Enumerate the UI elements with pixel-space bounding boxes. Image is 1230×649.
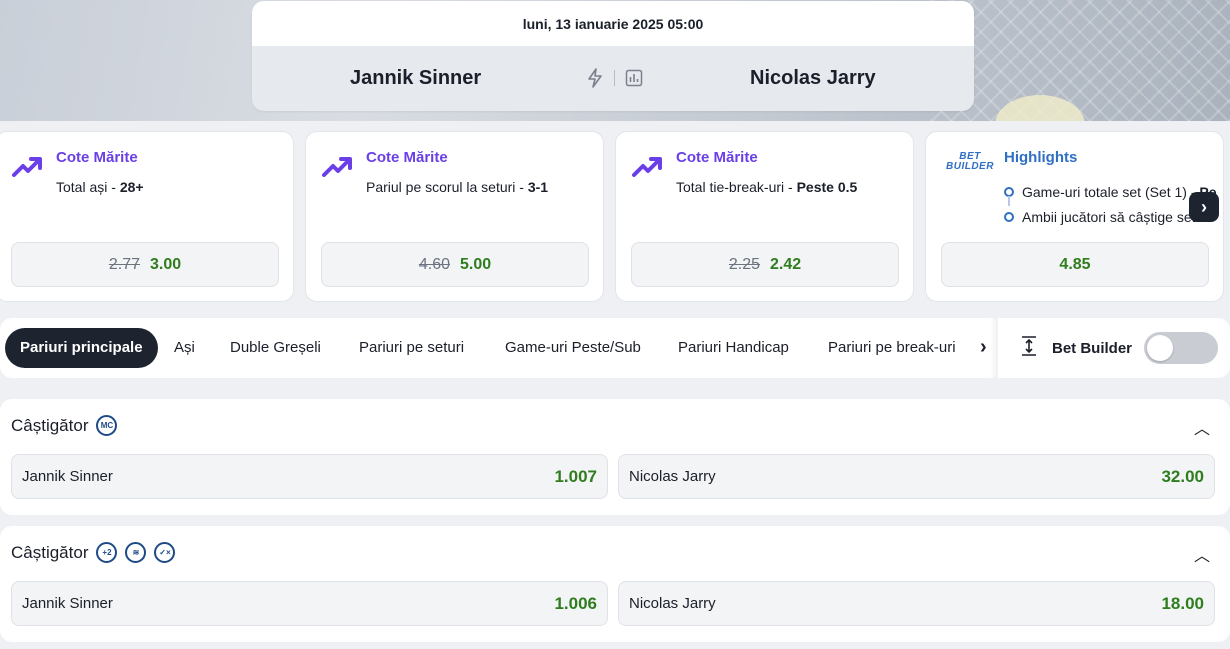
bullet-icon: [1004, 211, 1014, 222]
tab-duble-greseli[interactable]: Duble Greșeli: [230, 328, 321, 368]
highlight-text: Ambii jucători să câștige set: [1022, 208, 1196, 225]
match-header-card: luni, 13 ianuarie 2025 05:00 Jannik Sinn…: [252, 1, 974, 111]
home-player-name: Jannik Sinner: [350, 67, 482, 89]
promo-card[interactable]: Cote Mărite Pariul pe scorul la seturi -…: [305, 131, 604, 302]
match-icons: [586, 68, 643, 88]
tab-pariuri-principale[interactable]: Pariuri principale: [5, 328, 158, 368]
tab-game-uri-peste-sub[interactable]: Game-uri Peste/Sub: [505, 328, 641, 368]
promo-title: Cote Mărite: [366, 149, 448, 166]
list-item: Game-uri totale set (Set 1) - Pe: [1004, 179, 1217, 206]
plus-two-badge-icon: +2: [96, 542, 118, 563]
selection-odd: 32.00: [1161, 466, 1204, 486]
promo-description: Pariul pe scorul la seturi - 3-1: [366, 179, 549, 195]
bet-builder-switch[interactable]: [1144, 332, 1219, 364]
bet-builder-label: Bet Builder: [1052, 339, 1133, 357]
tab-pariuri-handicap[interactable]: Pariuri Handicap: [678, 328, 789, 368]
expand-vertical-icon: [1018, 335, 1040, 362]
bet-builder-toggle-group: Bet Builder: [1018, 328, 1219, 368]
promo-description: Total tie-break-uri - Peste 0.5: [676, 179, 858, 195]
promo-title: Cote Mărite: [676, 149, 758, 166]
promo-title: Cote Mărite: [56, 149, 138, 166]
market-card: Câștigător MC ︿ Jannik Sinner 1.007 Nico…: [0, 399, 1230, 515]
icon-separator: [614, 70, 615, 86]
trend-up-icon: [11, 154, 43, 183]
promo-description: Total ași - 28+: [56, 179, 144, 195]
selection-odd: 1.007: [554, 466, 597, 486]
highlights-odds-button[interactable]: 4.85: [941, 242, 1209, 287]
selection-button[interactable]: Nicolas Jarry 32.00: [618, 454, 1215, 499]
highlight-odd: 4.85: [1059, 255, 1091, 273]
switch-knob: [1147, 335, 1174, 361]
list-item: Ambii jucători să câștige set: [1004, 204, 1217, 229]
waves-badge-icon: ≋: [125, 542, 147, 563]
promo-card[interactable]: Cote Mărite Total tie-break-uri - Peste …: [615, 131, 914, 302]
tab-pariuri-pe-seturi[interactable]: Pariuri pe seturi: [359, 328, 464, 368]
teams-row: Jannik Sinner Nicolas Jarry: [252, 46, 974, 111]
lightning-icon[interactable]: [586, 68, 604, 88]
selection-name: Nicolas Jarry: [629, 468, 716, 485]
tab-pariuri-pe-break-uri[interactable]: Pariuri pe break-uri: [828, 328, 956, 368]
bet-builder-logo: BET BUILDER: [946, 151, 994, 172]
selection-button[interactable]: Jannik Sinner 1.007: [11, 454, 608, 499]
market-title: Câștigător +2 ≋ ✓×: [11, 542, 176, 563]
old-odd: 4.60: [418, 255, 450, 273]
selection-name: Jannik Sinner: [22, 595, 113, 612]
highlights-list: Game-uri totale set (Set 1) - Pe Ambii j…: [1004, 179, 1217, 229]
tab-asi[interactable]: Ași: [174, 328, 195, 368]
away-player-name: Nicolas Jarry: [750, 67, 876, 89]
check-cross-badge-icon: ✓×: [154, 542, 176, 563]
highlights-title: Highlights: [1004, 149, 1078, 166]
market-tabs-bar: Pariuri principale Ași Duble Greșeli Par…: [0, 318, 1230, 378]
trend-up-icon: [631, 154, 663, 183]
old-odd: 2.25: [728, 255, 760, 273]
promo-card[interactable]: Cote Mărite Total ași - 28+ 2.77 3.00: [0, 131, 294, 302]
selection-button[interactable]: Nicolas Jarry 18.00: [618, 581, 1215, 626]
selection-name: Nicolas Jarry: [629, 595, 716, 612]
carousel-next-button[interactable]: ›: [1189, 192, 1219, 222]
chevron-up-icon[interactable]: ︿: [1194, 542, 1210, 566]
chevron-up-icon[interactable]: ︿: [1194, 415, 1210, 439]
trend-up-icon: [321, 154, 353, 183]
market-title: Câștigător MC: [11, 415, 118, 436]
selection-name: Jannik Sinner: [22, 468, 113, 485]
chevron-right-icon: ›: [1201, 196, 1207, 217]
highlights-card[interactable]: BET BUILDER Highlights Game-uri totale s…: [925, 131, 1224, 302]
chevron-right-icon[interactable]: ›: [980, 336, 987, 359]
background-net-image: [930, 0, 1230, 121]
match-date: luni, 13 ianuarie 2025 05:00: [252, 1, 974, 46]
stats-icon[interactable]: [625, 69, 643, 87]
promo-carousel: Cote Mărite Total ași - 28+ 2.77 3.00 Co…: [0, 131, 1230, 303]
selection-button[interactable]: Jannik Sinner 1.006: [11, 581, 608, 626]
promo-odds-button[interactable]: 2.25 2.42: [631, 242, 899, 287]
market-card: Câștigător +2 ≋ ✓× ︿ Jannik Sinner 1.006…: [0, 526, 1230, 642]
boosted-odd: 3.00: [150, 255, 182, 273]
promo-odds-button[interactable]: 4.60 5.00: [321, 242, 589, 287]
bullet-icon: [1004, 186, 1014, 197]
boosted-odd: 5.00: [460, 255, 492, 273]
selection-odd: 1.006: [554, 593, 597, 613]
promo-odds-button[interactable]: 2.77 3.00: [11, 242, 279, 287]
boosted-odd: 2.42: [770, 255, 802, 273]
selection-odd: 18.00: [1161, 593, 1204, 613]
tabs-fade: [990, 318, 998, 378]
old-odd: 2.77: [108, 255, 140, 273]
mc-badge-icon: MC: [96, 415, 118, 436]
highlight-text: Game-uri totale set (Set 1) - Pe: [1022, 183, 1217, 200]
